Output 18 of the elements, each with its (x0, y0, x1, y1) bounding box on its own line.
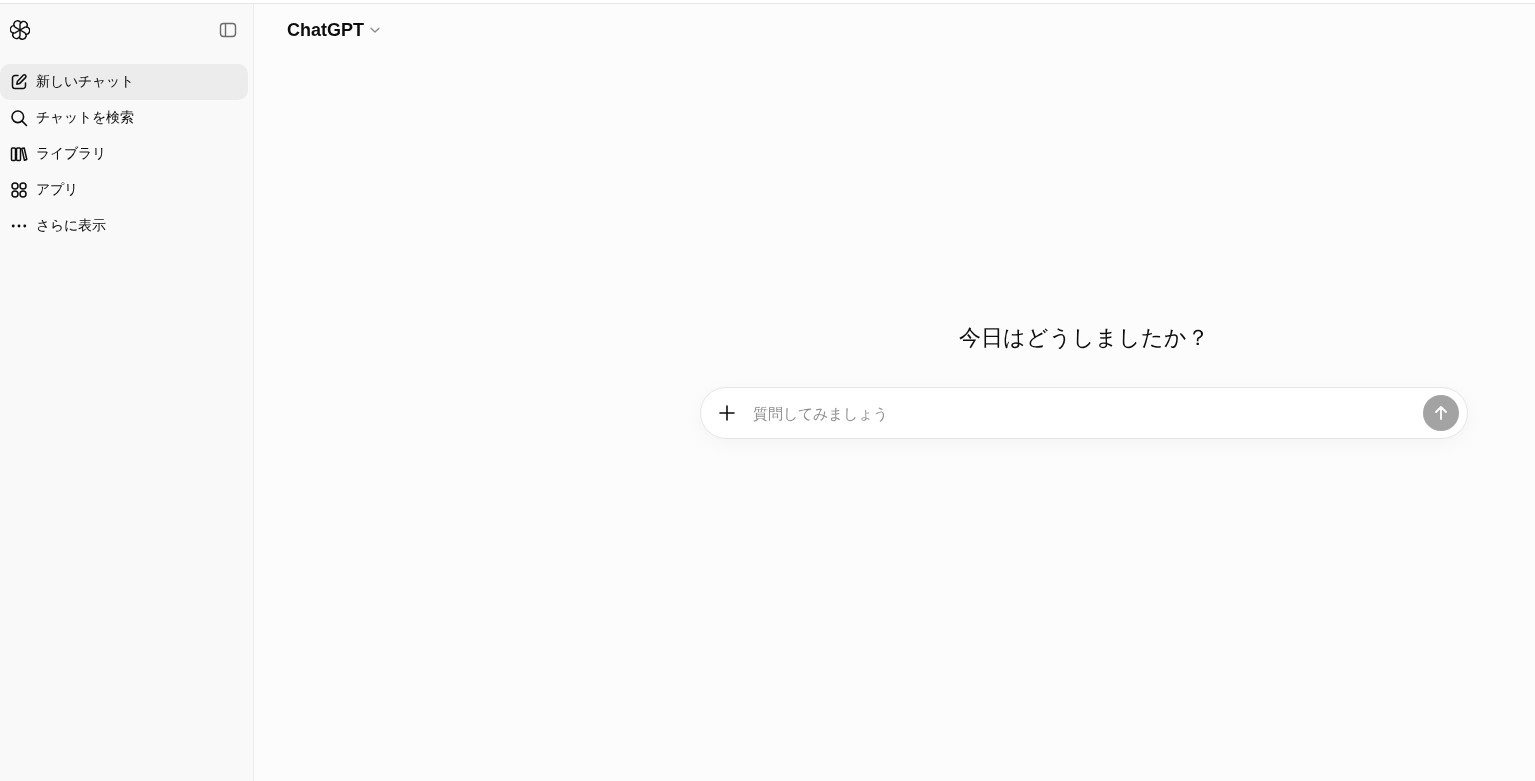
arrow-up-icon (1432, 404, 1450, 422)
message-input-field[interactable]: 質問してみましょう (753, 399, 1415, 427)
books-icon (10, 145, 28, 163)
model-selector[interactable]: ChatGPT (287, 19, 381, 41)
plus-icon (718, 404, 736, 422)
message-composer-field[interactable]: 質問してみましょう (700, 387, 1468, 439)
logo-icon[interactable] (10, 20, 30, 40)
sidebar-item[interactable]: 新しいチャット (0, 64, 248, 100)
sidebar-item[interactable]: チャットを検索 (0, 100, 248, 136)
more-icon (11, 224, 27, 228)
search-icon (10, 109, 28, 127)
apps-icon (10, 181, 28, 199)
edit-icon (10, 73, 28, 91)
sidebar-item[interactable]: さらに表示 (0, 208, 248, 244)
sidebar-item[interactable]: ライブラリ (0, 136, 248, 172)
sidebar-toggle-icon (219, 21, 237, 39)
greeting-heading: 今日はどうしましたか？ (959, 324, 1209, 352)
sidebar-item[interactable]: アプリ (0, 172, 248, 208)
